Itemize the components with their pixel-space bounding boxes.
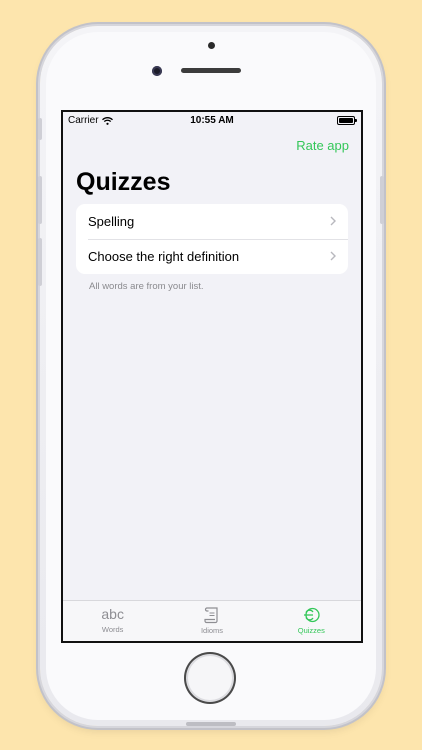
power-button [380,176,384,224]
home-button[interactable] [184,652,236,704]
phone-bottom-edge [186,722,236,726]
page-title: Quizzes [76,168,171,196]
proximity-sensor [208,42,215,49]
front-camera [152,66,162,76]
scroll-icon [204,607,218,624]
tab-bar: abc Words Idioms Quizzes [63,600,361,641]
status-bar: Carrier 10:55 AM [63,112,361,130]
list-item-label: Spelling [88,214,135,229]
earpiece-speaker [181,68,241,73]
volume-up-button [38,176,42,224]
list-footer-note: All words are from your list. [89,281,204,292]
tab-label: Quizzes [297,626,325,635]
battery-icon [337,116,357,125]
list-item-label: Choose the right definition [88,249,240,264]
clock: 10:55 AM [190,115,234,126]
tab-words[interactable]: abc Words [63,601,162,641]
tab-idioms[interactable]: Idioms [162,601,261,641]
quiz-item-definition[interactable]: Choose the right definition [76,239,348,274]
quiz-icon [304,607,320,623]
chevron-right-icon [330,249,336,264]
tab-quizzes[interactable]: Quizzes [262,601,361,641]
abc-icon: abc [101,606,124,622]
tab-label: Idioms [200,626,224,635]
volume-down-button [38,238,42,286]
chevron-right-icon [330,214,336,229]
mute-switch [38,118,42,140]
tab-label: Words [101,625,124,634]
app-screen: Carrier 10:55 AM Rate app Quizzes Spelli… [61,110,363,643]
quiz-item-spelling[interactable]: Spelling [76,204,348,239]
rate-app-button[interactable]: Rate app [296,138,349,153]
quiz-list: Spelling Choose the right definition [76,204,348,274]
